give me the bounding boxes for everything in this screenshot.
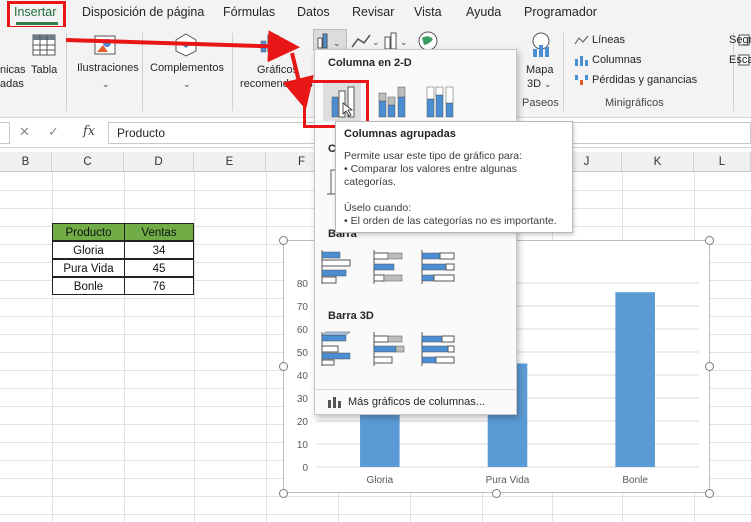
chart-y-tick-label: 40 <box>297 371 309 382</box>
3d-100-stacked-bar-icon[interactable] <box>419 330 457 368</box>
enter-icon[interactable]: ✓ <box>48 124 59 140</box>
tooltip-line: categorías. <box>344 176 396 188</box>
resize-handle[interactable] <box>705 236 714 245</box>
resize-handle[interactable] <box>705 489 714 498</box>
tooltip-line <box>344 189 564 202</box>
chart-y-tick-label: 0 <box>302 463 308 474</box>
column-chart-small-icon <box>328 397 341 408</box>
column-header-l[interactable]: L <box>694 152 751 172</box>
chart-y-tick-label: 60 <box>297 325 309 336</box>
clustered-bar-icon[interactable] <box>319 248 357 286</box>
resize-handle[interactable] <box>705 362 714 371</box>
name-box[interactable] <box>0 122 10 144</box>
chart-x-tick-label: Pura Vida <box>486 475 530 486</box>
3d-clustered-bar-icon[interactable] <box>319 330 357 368</box>
chart-x-tick-label: Bonle <box>622 475 648 486</box>
tooltip-line: • Comparar los valores entre algunas <box>344 163 517 175</box>
resize-handle[interactable] <box>279 236 288 245</box>
tooltip-title: Columnas agrupadas <box>344 128 456 140</box>
chart-y-tick-label: 80 <box>297 279 309 290</box>
resize-handle[interactable] <box>279 362 288 371</box>
resize-handle[interactable] <box>279 489 288 498</box>
chart-y-tick-label: 70 <box>297 302 309 313</box>
table-cell[interactable]: 45 <box>124 259 194 277</box>
table-header-ventas[interactable]: Ventas <box>124 223 194 241</box>
stacked-column-icon[interactable] <box>373 83 411 121</box>
cancel-icon[interactable]: ✕ <box>19 124 30 140</box>
resize-handle[interactable] <box>492 489 501 498</box>
table-cell[interactable]: 34 <box>124 241 194 259</box>
column-header-k[interactable]: K <box>622 152 694 172</box>
clustered-column-tooltip: Columnas agrupadas Permite usar este tip… <box>335 121 573 233</box>
3d-stacked-bar-icon[interactable] <box>371 330 409 368</box>
more-column-charts-link[interactable]: Más gráficos de columnas... <box>348 396 485 408</box>
table-header-producto[interactable]: Producto <box>52 223 125 241</box>
table-cell[interactable]: 76 <box>124 277 194 295</box>
function-icon[interactable]: fx <box>83 124 95 139</box>
chart-y-tick-label: 50 <box>297 348 309 359</box>
section-columna-2d: Columna en 2-D <box>328 57 412 69</box>
column-header-d[interactable]: D <box>124 152 194 172</box>
chart-bar <box>615 292 655 467</box>
tooltip-line: Permite usar este tipo de gráfico para: <box>344 150 523 162</box>
tooltip-line: Úselo cuando: <box>344 202 412 214</box>
100-stacked-column-icon[interactable] <box>421 83 459 121</box>
column-header-e[interactable]: E <box>194 152 266 172</box>
gallery-divider <box>315 389 516 390</box>
chart-y-tick-label: 10 <box>297 440 309 451</box>
stacked-bar-icon[interactable] <box>371 248 409 286</box>
chart-x-tick-label: Gloria <box>366 475 393 486</box>
table-cell[interactable]: Gloria <box>52 241 125 259</box>
table-cell[interactable]: Pura Vida <box>52 259 125 277</box>
table-cell[interactable]: Bonle <box>52 277 125 295</box>
100-stacked-bar-icon[interactable] <box>419 248 457 286</box>
tooltip-line: • El orden de las categorías no es impor… <box>344 215 557 227</box>
column-header-b[interactable]: B <box>0 152 52 172</box>
arrow-to-column-button <box>65 30 300 63</box>
chart-y-tick-label: 30 <box>297 394 309 405</box>
chart-y-tick-label: 20 <box>297 417 309 428</box>
section-barra-3d: Barra 3D <box>328 310 374 322</box>
column-header-c[interactable]: C <box>52 152 124 172</box>
